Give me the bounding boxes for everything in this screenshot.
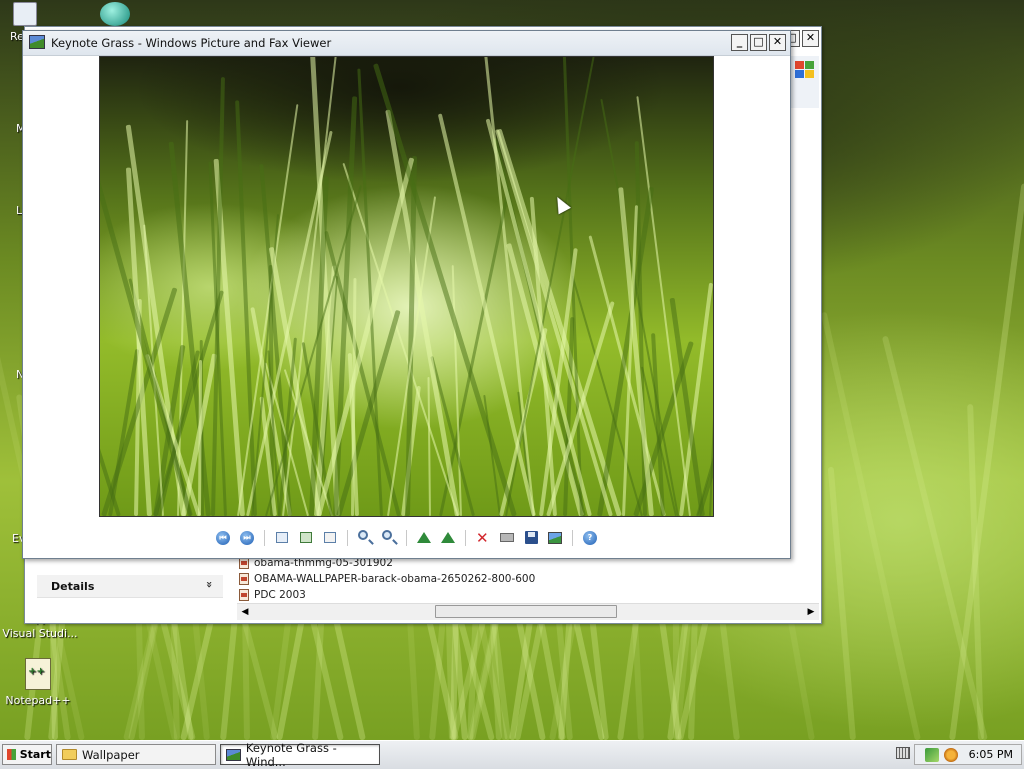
scrollbar-thumb[interactable] <box>435 605 617 618</box>
viewer-toolbar: ⏮ ⏭ ✕ ? <box>23 525 790 551</box>
desktop-icon-network[interactable] <box>100 2 132 28</box>
close-button[interactable]: ✕ <box>802 30 819 47</box>
delete-button[interactable]: ✕ <box>473 528 493 548</box>
next-image-button[interactable]: ⏭ <box>237 528 257 548</box>
rotate-clockwise-button[interactable] <box>414 528 434 548</box>
viewer-titlebar[interactable]: Keynote Grass - Windows Picture and Fax … <box>23 31 790 56</box>
previous-image-button[interactable]: ⏮ <box>213 528 233 548</box>
system-tray: 6:05 PM <box>914 744 1022 765</box>
details-panel-header[interactable]: Details » <box>37 575 223 598</box>
print-button[interactable] <box>497 528 517 548</box>
image-file-icon <box>239 589 249 601</box>
grass-blade <box>427 376 431 516</box>
rotate-counterclockwise-icon <box>441 532 455 543</box>
actual-size-icon <box>300 532 312 543</box>
window-title: Keynote Grass - Windows Picture and Fax … <box>51 36 332 50</box>
taskbar-button-wallpaper[interactable]: Wallpaper <box>56 744 216 765</box>
edit-image-icon <box>548 532 562 544</box>
zoom-out-icon <box>382 530 392 540</box>
zoom-out-button[interactable] <box>379 528 399 548</box>
next-icon: ⏭ <box>240 531 254 545</box>
list-item[interactable]: PDC 2003 <box>239 587 799 603</box>
toolbar-separator <box>572 530 573 546</box>
help-button[interactable]: ? <box>580 528 600 548</box>
keyboard-icon[interactable] <box>896 747 910 759</box>
rotate-clockwise-icon <box>417 532 431 543</box>
grass-blade <box>342 162 459 516</box>
maximize-button[interactable]: □ <box>750 34 767 51</box>
taskbar-button-picture-viewer[interactable]: Keynote Grass - Wind... <box>220 741 380 769</box>
taskbar: Start Wallpaper Keynote Grass - Wind... … <box>0 740 1024 769</box>
scroll-right-arrow-icon[interactable]: ▶ <box>803 605 819 619</box>
toolbar-separator <box>465 530 466 546</box>
close-button[interactable]: ✕ <box>769 34 786 51</box>
file-name: PDC 2003 <box>254 589 306 601</box>
previous-icon: ⏮ <box>216 531 230 545</box>
file-name: OBAMA-WALLPAPER-barack-obama-2650262-800… <box>254 573 536 585</box>
details-label: Details <box>51 580 95 593</box>
print-icon <box>500 533 514 542</box>
desktop-icon-notepadpp[interactable]: ++ Notepad++ <box>0 658 76 707</box>
image-viewer-icon <box>226 748 241 761</box>
horizontal-scrollbar[interactable]: ◀ ▶ <box>237 603 819 620</box>
file-list: obama-thmmg-05-301902 OBAMA-WALLPAPER-ba… <box>239 555 799 603</box>
slideshow-icon <box>324 532 336 543</box>
zoom-in-button[interactable] <box>355 528 375 548</box>
toolbar-separator <box>347 530 348 546</box>
windows-logo-panel <box>790 56 819 108</box>
delete-icon: ✕ <box>476 529 489 547</box>
picture-viewer-window: Keynote Grass - Windows Picture and Fax … <box>22 30 791 559</box>
start-button[interactable]: Start <box>2 744 52 765</box>
desktop-icon-label: Notepad++ <box>5 694 71 707</box>
windows-flag-icon <box>795 61 815 79</box>
taskbar-button-label: Keynote Grass - Wind... <box>245 740 337 769</box>
grass-blade <box>709 391 713 516</box>
actual-size-button[interactable] <box>296 528 316 548</box>
notepad-plus-plus-icon: ++ <box>25 658 51 690</box>
best-fit-icon <box>276 532 288 543</box>
best-fit-button[interactable] <box>272 528 292 548</box>
rotate-counterclockwise-button[interactable] <box>438 528 458 548</box>
viewer-window-controls: _ □ ✕ <box>731 34 786 51</box>
network-icon[interactable] <box>924 747 939 762</box>
displayed-photo <box>99 56 714 517</box>
save-icon <box>525 531 538 544</box>
toolbar-separator <box>264 530 265 546</box>
minimize-button[interactable]: _ <box>731 34 748 51</box>
clock[interactable]: 6:05 PM <box>969 748 1013 761</box>
grass-blade <box>827 466 856 740</box>
list-item[interactable]: OBAMA-WALLPAPER-barack-obama-2650262-800… <box>239 571 799 587</box>
slideshow-button[interactable] <box>320 528 340 548</box>
start-label: Start <box>19 748 51 761</box>
scroll-left-arrow-icon[interactable]: ◀ <box>237 605 253 619</box>
zoom-in-icon <box>358 530 368 540</box>
help-icon: ? <box>583 531 597 545</box>
picture-viewer-app-icon <box>29 35 45 49</box>
toolbar-separator <box>406 530 407 546</box>
image-file-icon <box>239 573 249 585</box>
search-icon[interactable] <box>943 747 958 762</box>
chevron-down-icon[interactable]: » <box>203 581 216 588</box>
globe-icon <box>100 2 130 26</box>
taskbar-button-label: Wallpaper <box>82 747 140 762</box>
folder-icon <box>62 749 77 760</box>
recycle-bin-icon <box>13 2 37 26</box>
windows-flag-icon <box>7 749 16 760</box>
open-for-editing-button[interactable] <box>545 528 565 548</box>
grass-blade <box>485 118 592 516</box>
save-button[interactable] <box>521 528 541 548</box>
